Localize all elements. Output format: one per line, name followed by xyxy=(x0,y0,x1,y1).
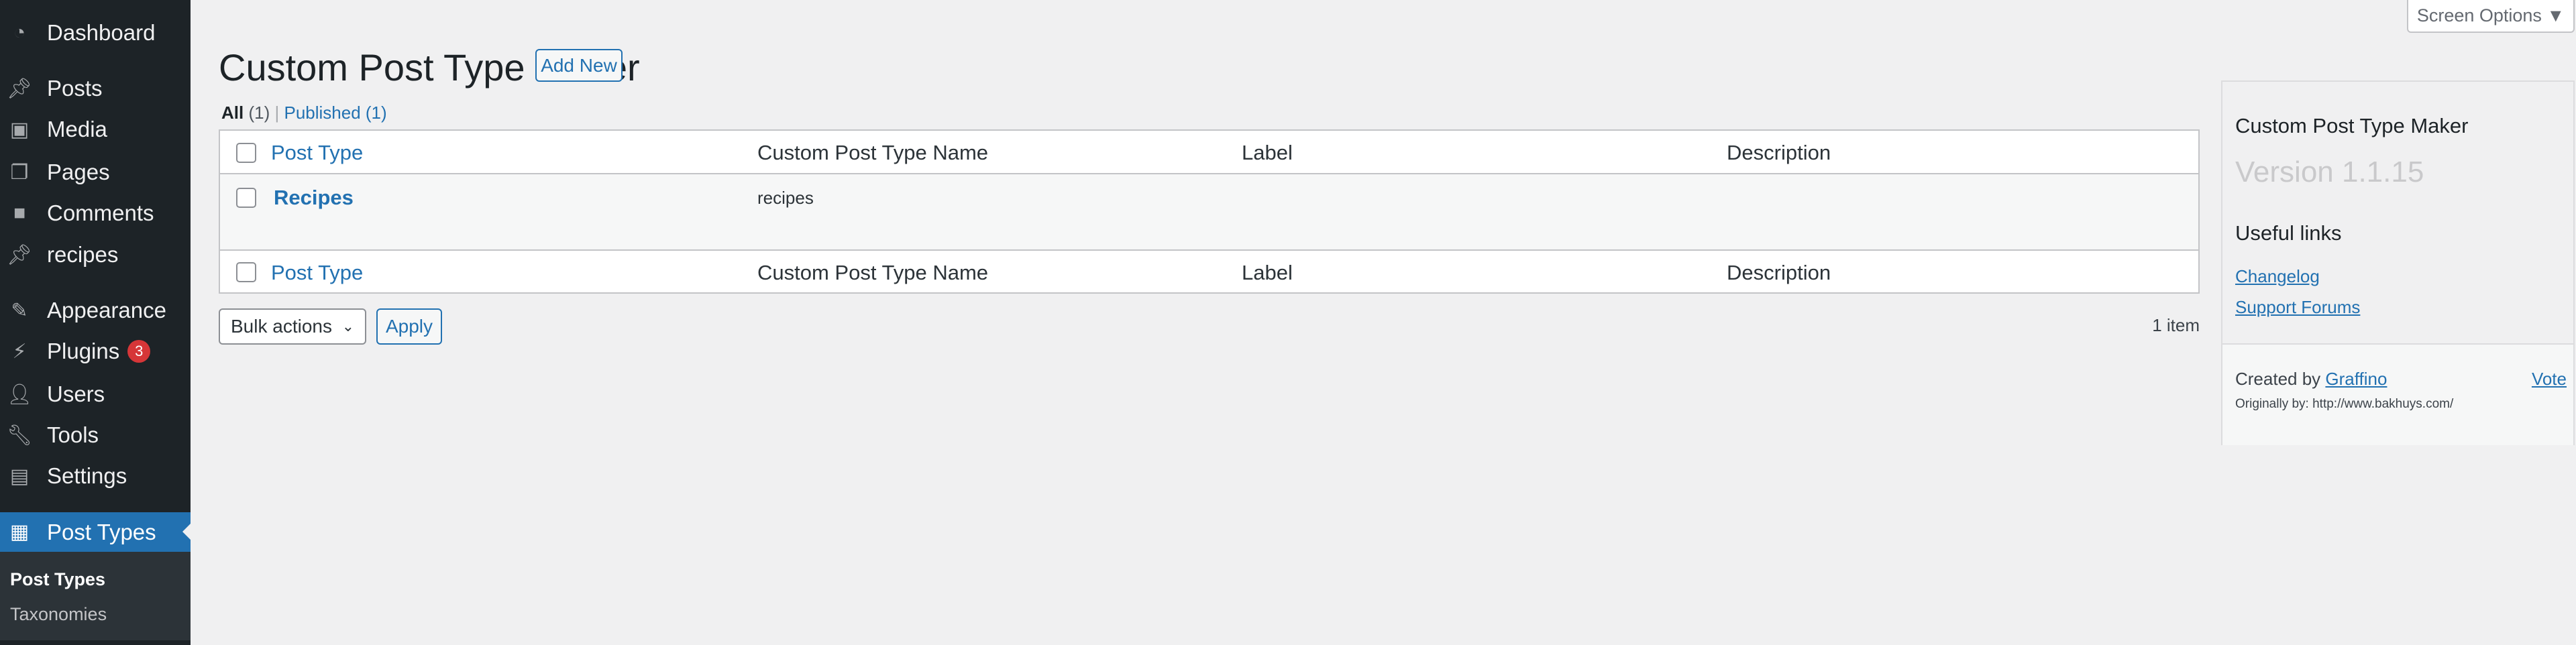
post-type-link[interactable]: Recipes xyxy=(274,186,354,210)
media-icon: ▣ xyxy=(9,118,30,141)
brush-icon: ✎ xyxy=(11,299,28,322)
sidebar-item-posts[interactable]: 📌︎ Posts xyxy=(0,70,191,107)
sidebar-item-settings[interactable]: ▤ Settings xyxy=(0,457,191,495)
row-checkbox[interactable] xyxy=(236,188,256,208)
item-count: 1 item xyxy=(2152,315,2200,335)
table-header: Post Type Custom Post Type Name Label De… xyxy=(220,131,2198,174)
post-type-name: recipes xyxy=(757,188,814,208)
user-icon: 👤︎ xyxy=(6,383,33,406)
chevron-down-icon: ⌄ xyxy=(341,318,354,335)
sidebar-item-comments[interactable]: ■ Comments xyxy=(0,194,191,232)
post-types-table: Post Type Custom Post Type Name Label De… xyxy=(219,129,2200,294)
screen-options-button[interactable]: Screen Options ▼ xyxy=(2407,0,2575,33)
sidebar-item-dashboard[interactable]: ◔ Dashboard xyxy=(0,14,191,52)
useful-links-heading: Useful links xyxy=(2235,221,2342,245)
submenu-taxonomies[interactable]: Taxonomies xyxy=(10,604,107,625)
admin-sidebar: ◔ Dashboard 📌︎ Posts ▣ Media ❐ Pages ■ Commen… xyxy=(0,0,191,645)
sidebar-submenu: Post Types Taxonomies xyxy=(0,552,191,640)
apply-button[interactable]: Apply xyxy=(376,308,442,345)
column-name: Custom Post Type Name xyxy=(757,141,989,164)
select-all-checkbox-footer[interactable] xyxy=(236,262,256,282)
original-author: Originally by: http://www.bakhuys.com/ xyxy=(2235,397,2454,411)
panel-title: Custom Post Type Maker xyxy=(2235,114,2469,137)
sidebar-item-appearance[interactable]: ✎ Appearance xyxy=(0,292,191,329)
author-link[interactable]: Graffino xyxy=(2325,369,2387,389)
pin-icon: 📌︎ xyxy=(6,243,33,266)
sidebar-item-users[interactable]: 👤︎ Users xyxy=(0,375,191,413)
column-description: Description xyxy=(1727,141,1831,164)
sidebar-item-tools[interactable]: 🔧︎ Tools xyxy=(0,416,191,454)
changelog-link[interactable]: Changelog xyxy=(2235,266,2320,287)
pin-icon: 📌︎ xyxy=(6,77,33,100)
column-post-type[interactable]: Post Type xyxy=(271,141,363,165)
plugin-info-panel: Custom Post Type Maker Version 1.1.15 Us… xyxy=(2221,80,2575,445)
pages-icon: ❐ xyxy=(10,161,29,184)
table-row: Recipes recipes xyxy=(220,174,2198,251)
sidebar-item-plugins[interactable]: ⚡︎ Plugins 3 xyxy=(0,333,191,370)
filter-published[interactable]: Published (1) xyxy=(284,103,386,123)
plugin-icon: ⚡︎ xyxy=(12,340,27,363)
column-label-footer: Label xyxy=(1242,261,1293,284)
column-description-footer: Description xyxy=(1727,261,1831,284)
dashboard-icon: ◔ xyxy=(13,21,26,44)
sidebar-item-recipes[interactable]: 📌︎ recipes xyxy=(0,236,191,274)
bulk-actions-select[interactable]: Bulk actions ⌄ xyxy=(219,308,366,345)
vote-link[interactable]: Vote xyxy=(2532,369,2567,390)
update-count-badge: 3 xyxy=(127,340,151,363)
sidebar-item-post-types[interactable]: ▦ Post Types xyxy=(0,512,191,552)
comment-icon: ■ xyxy=(13,202,26,224)
column-name-footer: Custom Post Type Name xyxy=(757,261,989,284)
submenu-post-types[interactable]: Post Types xyxy=(10,569,105,590)
column-post-type-footer[interactable]: Post Type xyxy=(271,261,363,285)
select-all-checkbox[interactable] xyxy=(236,143,256,163)
table-footer: Post Type Custom Post Type Name Label De… xyxy=(220,251,2198,294)
add-new-button[interactable]: Add New xyxy=(535,49,623,82)
version-text: Version 1.1.15 xyxy=(2235,156,2424,188)
wrench-icon: 🔧︎ xyxy=(6,424,33,447)
panel-footer: Created by Graffino Vote Originally by: … xyxy=(2222,343,2573,445)
grid-icon: ▦ xyxy=(9,521,30,543)
support-forums-link[interactable]: Support Forums xyxy=(2235,297,2360,318)
settings-icon: ▤ xyxy=(9,465,30,487)
created-by: Created by Graffino xyxy=(2235,369,2387,389)
filter-all[interactable]: All xyxy=(221,103,244,123)
status-filters: All (1) | Published (1) xyxy=(221,103,387,123)
sidebar-item-media[interactable]: ▣ Media xyxy=(0,111,191,148)
sidebar-item-pages[interactable]: ❐ Pages xyxy=(0,154,191,191)
column-label: Label xyxy=(1242,141,1293,164)
